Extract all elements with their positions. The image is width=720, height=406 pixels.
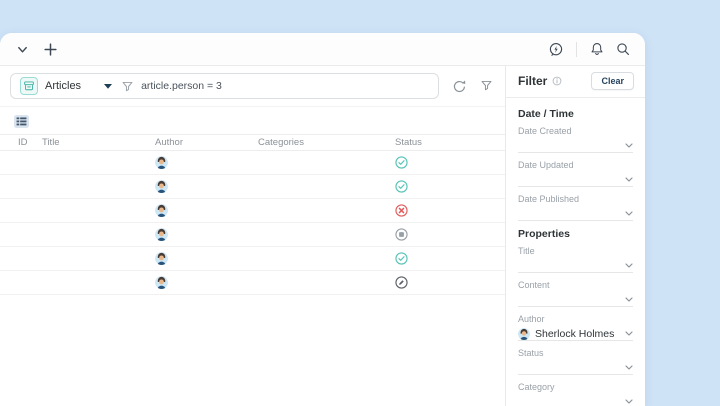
table-row[interactable] bbox=[0, 175, 505, 199]
pencil-circle-icon bbox=[395, 276, 408, 289]
filter-field-content[interactable]: Content bbox=[518, 280, 633, 307]
cell-status bbox=[395, 204, 435, 217]
table-row[interactable] bbox=[0, 199, 505, 223]
cell-status bbox=[395, 276, 435, 289]
check-circle-icon bbox=[395, 156, 408, 169]
filter-field-select[interactable] bbox=[518, 207, 633, 221]
cell-author bbox=[155, 276, 258, 289]
chevron-down-icon[interactable] bbox=[14, 41, 30, 57]
refresh-icon[interactable] bbox=[452, 79, 467, 94]
column-header-title: Title bbox=[42, 137, 60, 148]
filter-panel: Filter Clear Date / Time Date Created Date… bbox=[505, 66, 645, 406]
column-header-categories: Categories bbox=[258, 137, 304, 148]
cell-status bbox=[395, 252, 435, 265]
cell-status bbox=[395, 180, 435, 193]
cell-status bbox=[395, 228, 435, 241]
cell-author bbox=[155, 156, 258, 169]
bell-icon[interactable] bbox=[589, 41, 605, 57]
x-circle-icon bbox=[395, 204, 408, 217]
cell-author bbox=[155, 180, 258, 193]
entity-selector-label[interactable]: Articles bbox=[45, 80, 81, 92]
cell-status bbox=[395, 156, 435, 169]
filter-field-date-updated[interactable]: Date Updated bbox=[518, 160, 633, 187]
check-circle-icon bbox=[395, 180, 408, 193]
table-row[interactable] bbox=[0, 247, 505, 271]
avatar bbox=[155, 204, 168, 217]
filter-section-heading: Properties bbox=[518, 228, 570, 240]
info-icon bbox=[552, 76, 562, 86]
list-view-icon[interactable] bbox=[14, 115, 29, 128]
filter-field-select[interactable] bbox=[518, 293, 633, 307]
filter-field-value: Sherlock Holmes bbox=[535, 327, 615, 340]
plus-icon[interactable] bbox=[42, 41, 58, 57]
filter-field-label: Date Updated bbox=[518, 160, 574, 170]
query-bar: Articles article.person = 3 bbox=[0, 66, 505, 107]
column-header-status: Status bbox=[395, 137, 422, 148]
filter-field-select[interactable] bbox=[518, 173, 633, 187]
search-icon[interactable] bbox=[615, 41, 631, 57]
filter-field-label: Title bbox=[518, 246, 535, 256]
select-chevron-icon bbox=[625, 399, 633, 404]
select-chevron-icon bbox=[625, 297, 633, 302]
top-bar bbox=[0, 33, 645, 66]
select-chevron-icon bbox=[625, 331, 633, 336]
filter-field-select[interactable] bbox=[518, 259, 633, 273]
check-circle-icon bbox=[395, 252, 408, 265]
avatar bbox=[155, 180, 168, 193]
table-row[interactable] bbox=[0, 271, 505, 295]
filter-field-label: Date Published bbox=[518, 194, 580, 204]
filter-field-category[interactable]: Category bbox=[518, 382, 633, 406]
filter-field-label: Date Created bbox=[518, 126, 572, 136]
select-chevron-icon bbox=[625, 365, 633, 370]
cell-author bbox=[155, 204, 258, 217]
filter-section-heading: Date / Time bbox=[518, 108, 574, 120]
filter-field-date-created[interactable]: Date Created bbox=[518, 126, 633, 153]
main-area: Articles article.person = 3 ID Title Aut… bbox=[0, 66, 505, 406]
avatar bbox=[518, 327, 530, 340]
filter-field-label: Category bbox=[518, 382, 555, 392]
filter-field-title[interactable]: Title bbox=[518, 246, 633, 273]
filter-field-status[interactable]: Status bbox=[518, 348, 633, 375]
filter-panel-title: Filter bbox=[518, 74, 548, 88]
avatar bbox=[155, 228, 168, 241]
table-row[interactable] bbox=[0, 223, 505, 247]
filter-field-author[interactable]: Author Sherlock Holmes bbox=[518, 314, 633, 341]
filter-field-label: Author bbox=[518, 314, 545, 324]
caret-down-icon[interactable] bbox=[104, 83, 113, 89]
filter-field-label: Status bbox=[518, 348, 544, 358]
filter-field-label: Content bbox=[518, 280, 550, 290]
cell-author bbox=[155, 252, 258, 265]
clear-filters-button[interactable]: Clear bbox=[591, 72, 634, 90]
filter-field-select[interactable]: Sherlock Holmes bbox=[518, 327, 633, 341]
select-chevron-icon bbox=[625, 211, 633, 216]
filter-field-select[interactable] bbox=[518, 395, 633, 406]
query-box[interactable]: Articles article.person = 3 bbox=[10, 73, 439, 99]
cell-author bbox=[155, 228, 258, 241]
avatar bbox=[155, 252, 168, 265]
funnel-icon bbox=[121, 80, 134, 93]
funnel-icon[interactable] bbox=[480, 79, 495, 94]
articles-archive-icon bbox=[20, 77, 38, 95]
table-header: ID Title Author Categories Status bbox=[0, 134, 505, 151]
stop-circle-icon bbox=[395, 228, 408, 241]
avatar bbox=[155, 276, 168, 289]
select-chevron-icon bbox=[625, 143, 633, 148]
bolt-bubble-icon[interactable] bbox=[548, 41, 564, 57]
app-window: Articles article.person = 3 ID Title Aut… bbox=[0, 33, 645, 406]
select-chevron-icon bbox=[625, 263, 633, 268]
column-header-author: Author bbox=[155, 137, 183, 148]
avatar bbox=[155, 156, 168, 169]
column-header-id: ID bbox=[18, 137, 28, 148]
articles-table: ID Title Author Categories Status bbox=[0, 134, 505, 406]
toolbar-divider bbox=[576, 41, 577, 57]
select-chevron-icon bbox=[625, 177, 633, 182]
table-row[interactable] bbox=[0, 151, 505, 175]
filter-field-select[interactable] bbox=[518, 361, 633, 375]
query-expression[interactable]: article.person = 3 bbox=[141, 80, 222, 92]
filter-field-date-published[interactable]: Date Published bbox=[518, 194, 633, 221]
filter-field-select[interactable] bbox=[518, 139, 633, 153]
